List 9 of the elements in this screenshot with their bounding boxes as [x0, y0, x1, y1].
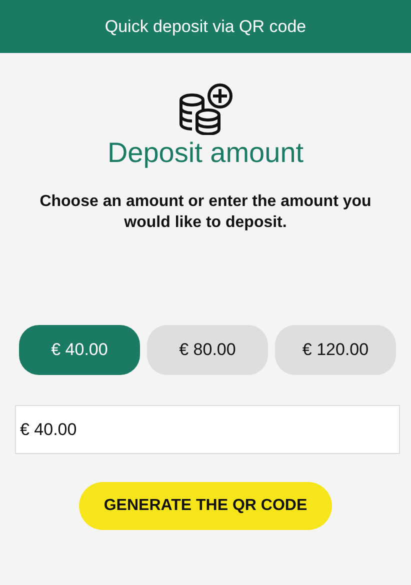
amount-option[interactable]: € 40.00 [19, 325, 140, 375]
heading: Deposit amount [106, 137, 305, 169]
amount-input-field[interactable]: € 40.00 [15, 405, 400, 454]
generate-qr-button[interactable]: GENERATE THE QR CODE [79, 482, 332, 530]
amount-option[interactable]: € 120.00 [275, 325, 396, 375]
amount-option[interactable]: € 80.00 [147, 325, 268, 375]
header-title: Quick deposit via QR code [104, 16, 306, 36]
coins-plus-icon [178, 83, 234, 135]
instructions-text: Choose an amount or enter the amount you would like to deposit. [38, 192, 372, 233]
